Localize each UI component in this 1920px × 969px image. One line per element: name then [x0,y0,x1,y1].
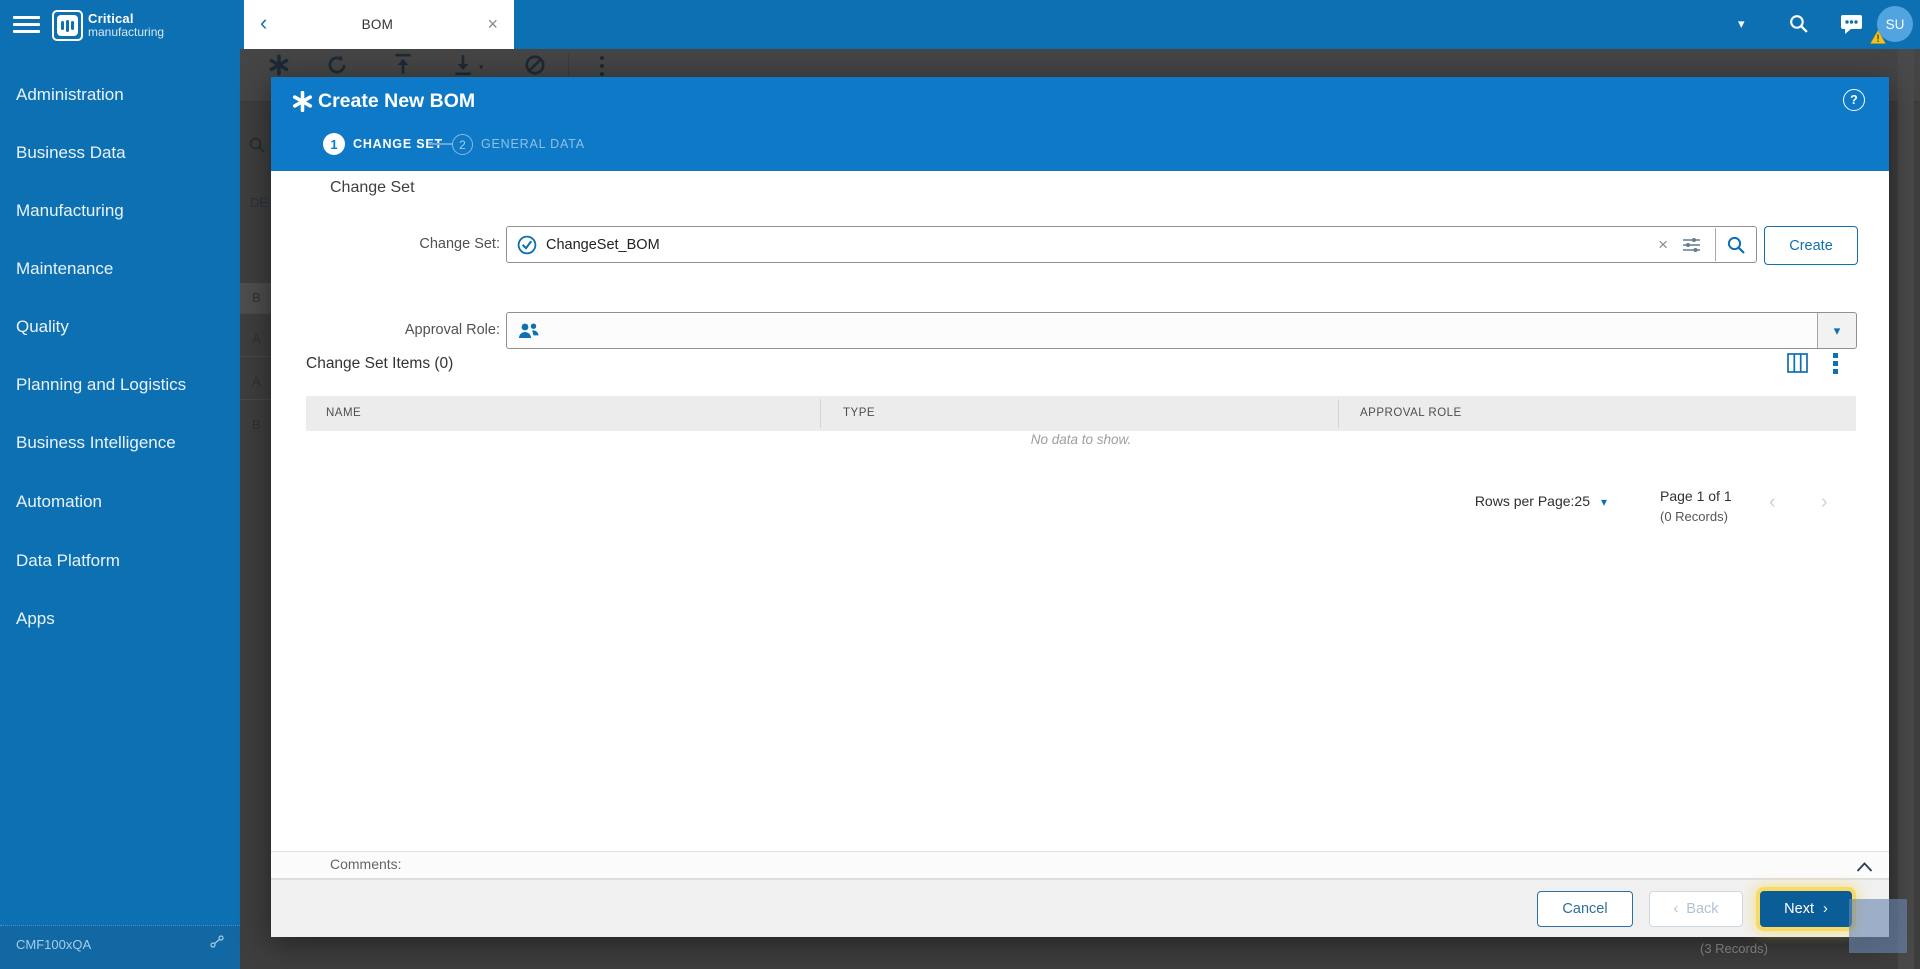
table-header: NAME TYPE APPROVAL ROLE [306,396,1856,431]
records-count: (0 Records) [1660,509,1728,524]
tab-back-icon[interactable]: ‹ [244,12,267,37]
create-button[interactable]: Create [1764,226,1858,265]
sidebar-item-quality[interactable]: Quality [0,312,240,342]
brand-name-line2: manufacturing [88,25,165,39]
back-button[interactable]: ‹ Back [1649,891,1743,927]
column-divider[interactable] [820,399,821,428]
sidebar-item-manufacturing[interactable]: Manufacturing [0,196,240,226]
table-menu-icon[interactable] [1833,353,1838,377]
approval-role-input[interactable]: ▾ [506,312,1857,349]
rows-per-page-caret-icon[interactable]: ▾ [1601,495,1607,509]
new-icon [292,90,313,117]
next-page-icon[interactable]: › [1821,491,1828,514]
selection-highlight-artifact [1849,899,1907,953]
sidebar-item-business-intelligence[interactable]: Business Intelligence [0,428,240,458]
column-divider[interactable] [1338,399,1339,428]
sidebar-item-maintenance[interactable]: Maintenance [0,254,240,284]
people-icon [517,322,540,340]
tab-bom[interactable]: ‹ BOM × [244,0,514,49]
help-icon[interactable]: ? [1843,89,1865,111]
environment-name: CMF100xQA [16,937,92,952]
dialog-title: Create New BOM [318,90,476,112]
warning-badge-icon [1870,29,1886,49]
collapse-comments-icon[interactable] [1856,859,1873,877]
page-info: Page 1 of 1 [1660,488,1732,504]
background-row-text: B [252,290,261,305]
back-chevron-icon: ‹ [1673,901,1679,917]
approval-role-field-label: Approval Role: [404,322,500,338]
lookup-search-icon[interactable] [1716,235,1756,255]
sidebar-item-business-data[interactable]: Business Data [0,138,240,168]
next-chevron-icon: › [1822,901,1828,917]
wizard-step-1-number[interactable]: 1 [323,133,345,155]
menu-icon[interactable] [13,16,40,33]
approval-role-dropdown-caret-icon[interactable]: ▾ [1817,313,1856,348]
wizard-step-connector [428,143,452,145]
change-set-value: ChangeSet_BOM [546,236,660,253]
cancel-button[interactable]: Cancel [1537,891,1633,927]
check-circle-icon [517,235,537,255]
background-scrollbar[interactable] [1898,49,1914,969]
advanced-filter-icon[interactable] [1676,236,1707,254]
connection-status-icon [210,935,224,953]
messages-icon[interactable] [1840,14,1863,40]
background-row-text: A [252,331,261,346]
background-clipped-text: DE [250,195,269,210]
next-button[interactable]: Next › [1760,891,1852,927]
toolbar-divider [568,54,569,78]
back-button-label: Back [1686,901,1719,917]
next-button-label: Next [1784,901,1814,917]
create-new-bom-dialog: Create New BOM ? 1 CHANGE SET 2 GENERAL … [271,77,1889,937]
manage-columns-icon[interactable] [1787,353,1808,378]
dialog-footer: Cancel ‹ Back Next › [271,879,1889,937]
comments-section[interactable] [271,851,1889,879]
sidebar-item-apps[interactable]: Apps [0,604,240,634]
column-header-approval-role[interactable]: APPROVAL ROLE [1360,396,1462,431]
critical-manufacturing-logo[interactable] [52,10,83,41]
column-header-name[interactable]: NAME [326,396,361,431]
sidebar-item-data-platform[interactable]: Data Platform [0,546,240,576]
wizard-step-2-label[interactable]: GENERAL DATA [481,137,585,151]
dialog-header: Create New BOM ? 1 CHANGE SET 2 GENERAL … [271,77,1889,171]
previous-page-icon[interactable]: ‹ [1769,491,1776,514]
change-set-items-title: Change Set Items (0) [306,355,454,372]
brand-name-line1: Critical [88,11,134,26]
sidebar-item-planning-and-logistics[interactable]: Planning and Logistics [0,370,240,400]
background-records-count: (3 Records) [1700,941,1768,956]
row-divider [240,399,271,400]
comments-label: Comments: [330,856,402,872]
search-icon[interactable] [1788,13,1809,39]
change-set-input[interactable]: ChangeSet_BOM × [506,226,1757,263]
topbar-dropdown-caret-icon[interactable]: ▾ [1738,16,1745,32]
section-title-change-set: Change Set [330,179,415,196]
rows-per-page-selector[interactable]: Rows per Page:25 [1371,493,1590,509]
column-header-type[interactable]: TYPE [843,396,875,431]
change-set-field-label: Change Set: [419,236,500,252]
tab-label: BOM [361,17,394,32]
wizard-step-2-number[interactable]: 2 [452,134,473,155]
clear-icon[interactable]: × [1650,235,1676,255]
background-row-text: B [252,417,261,432]
tab-close-icon[interactable]: × [487,15,514,35]
row-divider [240,356,271,357]
download-caret-icon: ▾ [479,62,484,72]
sidebar-item-automation[interactable]: Automation [0,487,240,517]
background-row-text: A [252,374,261,389]
sidebar-item-administration[interactable]: Administration [0,80,240,110]
background-search-icon [248,136,266,159]
row-divider [240,313,271,314]
empty-table-message: No data to show. [1030,432,1132,447]
